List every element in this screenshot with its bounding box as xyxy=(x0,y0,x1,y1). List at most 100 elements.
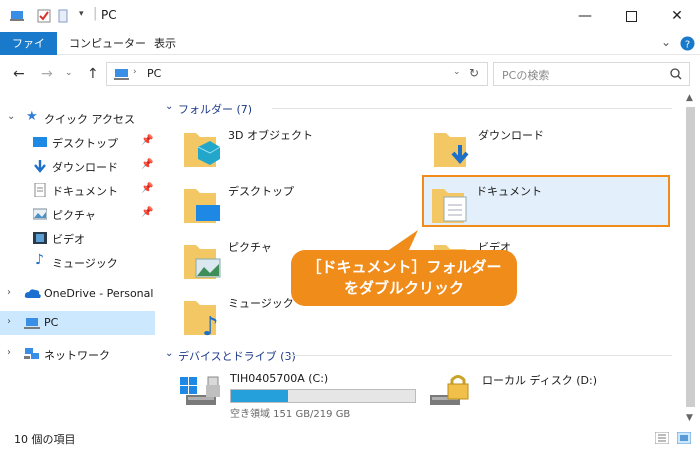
drive-label: ローカル ディスク (D:) xyxy=(482,374,597,387)
breadcrumb-chevron-icon: › xyxy=(133,67,137,77)
sidebar-item-label: ピクチャ xyxy=(52,209,96,222)
group-header-drives[interactable]: ⌄ デバイスとドライブ (3) xyxy=(160,346,680,364)
group-header-folders[interactable]: ⌄ フォルダー (7) xyxy=(160,99,680,117)
help-icon[interactable]: ? xyxy=(680,36,695,51)
details-view-icon[interactable] xyxy=(655,432,669,444)
folder-label: デスクトップ xyxy=(228,185,294,198)
sidebar-item-label: ネットワーク xyxy=(44,349,110,362)
pin-icon: 📌 xyxy=(141,183,154,194)
sidebar-item-pictures[interactable]: ピクチャ 📌 xyxy=(0,202,155,226)
folder-label: ダウンロード xyxy=(478,129,544,142)
pc-icon xyxy=(10,11,24,21)
drive-c[interactable]: TIH0405700A (C:) 空き領域 151 GB/219 GB xyxy=(176,367,436,420)
expand-ribbon-icon[interactable]: ⌄ xyxy=(661,35,671,49)
pin-icon: 📌 xyxy=(141,135,154,146)
sidebar-item-network[interactable]: › ネットワーク xyxy=(0,342,155,366)
sidebar-item-downloads[interactable]: ダウンロード 📌 xyxy=(0,154,155,178)
sidebar-item-pc[interactable]: › PC xyxy=(0,311,155,335)
scroll-down-icon[interactable]: ▼ xyxy=(686,413,693,423)
pin-icon: 📌 xyxy=(141,207,154,218)
sidebar-item-label: クイック アクセス xyxy=(44,113,135,126)
folder-downloads[interactable]: ダウンロード xyxy=(426,121,666,173)
title-separator: | xyxy=(93,6,98,21)
sidebar-item-videos[interactable]: ビデオ xyxy=(0,226,155,250)
callout-line-1: ［ドキュメント］フォルダー xyxy=(306,258,502,276)
folder-documents[interactable]: ドキュメント xyxy=(422,175,670,227)
svg-text:♪: ♪ xyxy=(202,312,219,339)
network-icon xyxy=(24,348,39,359)
group-title: フォルダー (7) xyxy=(178,103,253,116)
folder-label: ピクチャ xyxy=(228,241,272,254)
desktop-folder-icon xyxy=(184,189,220,223)
sidebar-item-desktop[interactable]: デスクトップ 📌 xyxy=(0,130,155,154)
search-box[interactable]: PCの検索 xyxy=(493,62,690,86)
chevron-right-icon[interactable]: › xyxy=(7,347,11,358)
desktop-icon xyxy=(33,137,47,147)
scroll-up-icon[interactable]: ▲ xyxy=(686,93,693,103)
address-bar[interactable]: › PC ⌄ ↻ xyxy=(106,62,488,86)
pc-icon xyxy=(24,318,40,329)
locked-drive-icon xyxy=(430,375,469,405)
ribbon: ファイル コンピューター 表示 ⌄ ? xyxy=(0,32,700,73)
drive-d[interactable]: ローカル ディスク (D:) xyxy=(428,367,688,417)
sidebar-item-label: ミュージック xyxy=(52,257,118,270)
title-bar: ▾ | PC — ✕ xyxy=(0,0,700,32)
folder-label: ミュージック xyxy=(228,297,294,310)
back-arrow-icon[interactable]: ← xyxy=(13,66,25,82)
3d-objects-folder-icon xyxy=(184,133,221,167)
sidebar-item-label: OneDrive - Personal xyxy=(44,287,154,300)
search-input[interactable]: PCの検索 xyxy=(502,67,549,83)
forward-arrow-icon[interactable]: → xyxy=(41,66,53,82)
download-icon xyxy=(34,160,46,173)
pin-icon: 📌 xyxy=(141,159,154,170)
large-icons-view-icon[interactable] xyxy=(677,432,691,444)
drive-usage-fill xyxy=(231,390,289,402)
status-bar: 10 個の項目 xyxy=(0,426,700,450)
window-title: PC xyxy=(101,8,117,22)
chevron-right-icon[interactable]: › xyxy=(7,287,11,298)
chevron-right-icon[interactable]: › xyxy=(7,316,11,327)
folder-label: 3D オブジェクト xyxy=(228,129,313,142)
customize-quick-access-icon[interactable]: ▾ xyxy=(79,9,84,19)
close-icon: ✕ xyxy=(671,8,683,24)
maximize-button[interactable] xyxy=(608,0,654,32)
properties-icon[interactable] xyxy=(37,9,51,23)
scroll-thumb[interactable] xyxy=(686,107,695,407)
chevron-down-icon[interactable]: ⌄ xyxy=(165,348,173,359)
downloads-folder-icon xyxy=(434,133,469,167)
group-title: デバイスとドライブ (3) xyxy=(178,350,296,363)
close-button[interactable]: ✕ xyxy=(654,0,700,32)
refresh-icon[interactable]: ↻ xyxy=(469,66,479,80)
chevron-down-icon[interactable]: ⌄ xyxy=(165,101,173,112)
address-dropdown-icon[interactable]: ⌄ xyxy=(453,67,461,77)
windows-drive-icon xyxy=(180,376,220,405)
up-arrow-icon[interactable]: ↑ xyxy=(87,66,99,82)
vertical-scrollbar[interactable]: ▲ ▼ xyxy=(682,93,699,423)
group-divider xyxy=(272,108,672,109)
address-row: ← → ⌄ ↑ › PC ⌄ ↻ PCの検索 xyxy=(0,55,700,93)
group-divider xyxy=(288,355,672,356)
tab-view[interactable]: 表示 xyxy=(144,32,186,55)
document-icon xyxy=(34,183,46,197)
sidebar-item-quick-access[interactable]: ⌄ ★ クイック アクセス xyxy=(0,106,155,130)
star-icon: ★ xyxy=(26,109,38,124)
cloud-icon xyxy=(24,289,41,298)
tab-file[interactable]: ファイル xyxy=(0,32,57,73)
tab-computer[interactable]: コンピューター xyxy=(59,32,156,55)
instruction-callout: ［ドキュメント］フォルダー をダブルクリック xyxy=(291,250,517,306)
svg-text:?: ? xyxy=(685,40,690,51)
folder-3d-objects[interactable]: 3D オブジェクト xyxy=(176,121,416,173)
folder-desktop[interactable]: デスクトップ xyxy=(176,177,416,229)
new-folder-icon[interactable] xyxy=(57,9,71,23)
callout-line-2: をダブルクリック xyxy=(343,279,464,297)
item-count: 10 個の項目 xyxy=(14,433,76,446)
sidebar-item-onedrive[interactable]: › OneDrive - Personal xyxy=(0,282,155,306)
sidebar-item-music[interactable]: ♪ ミュージック xyxy=(0,250,155,274)
sidebar-item-documents[interactable]: ドキュメント 📌 xyxy=(0,178,155,202)
recent-locations-icon[interactable]: ⌄ xyxy=(65,68,73,78)
pc-icon xyxy=(114,69,129,80)
minimize-button[interactable]: — xyxy=(562,0,608,32)
sidebar-item-label: デスクトップ xyxy=(52,137,118,150)
chevron-down-icon[interactable]: ⌄ xyxy=(7,111,15,122)
drive-free-space: 空き領域 151 GB/219 GB xyxy=(230,409,351,420)
